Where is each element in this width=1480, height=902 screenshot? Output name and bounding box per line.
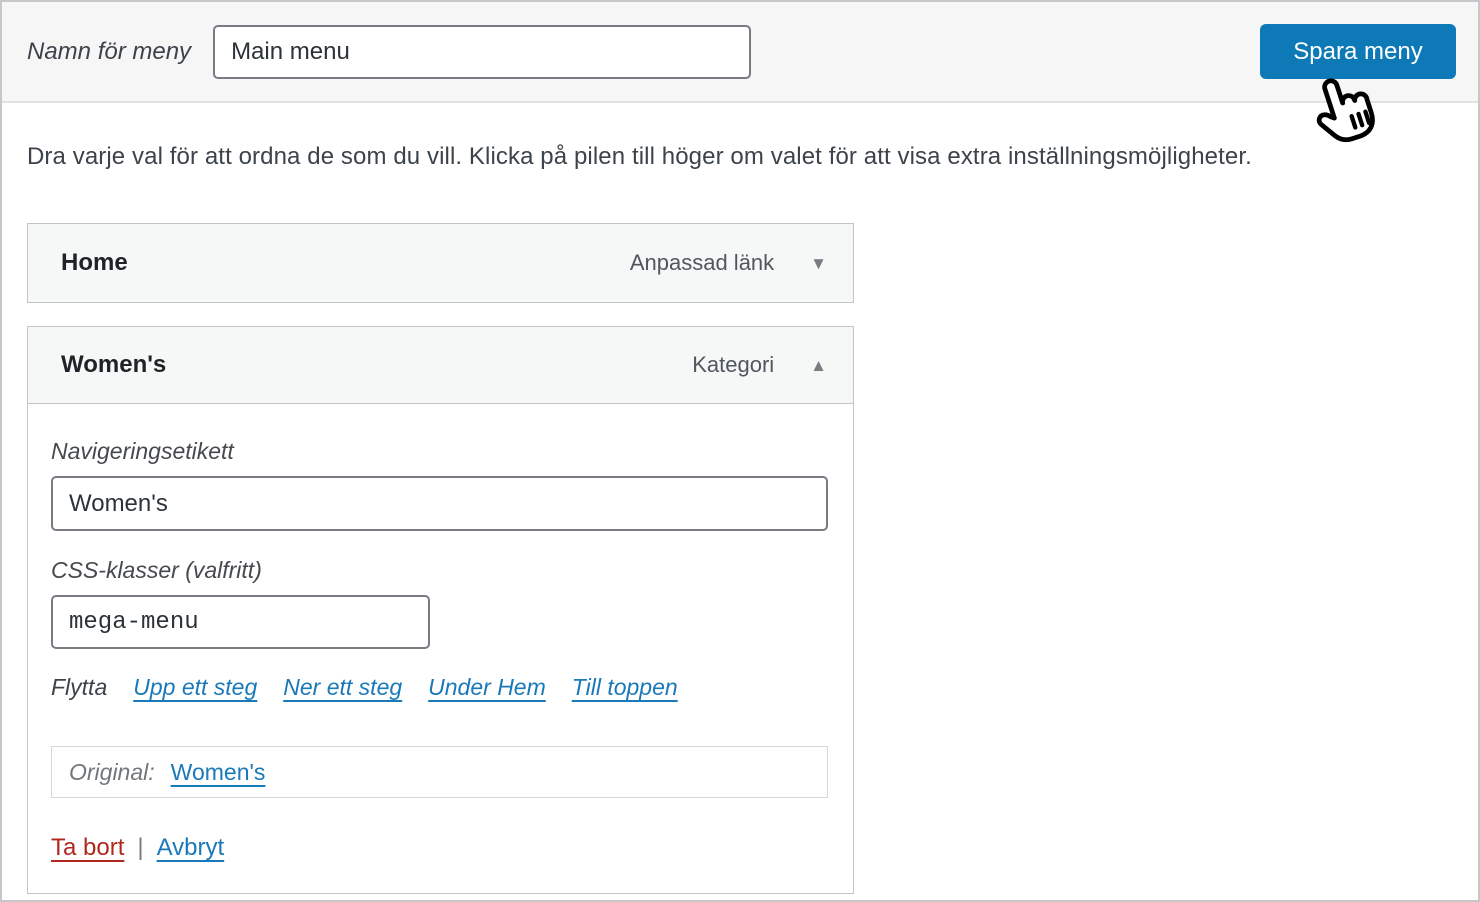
item-actions: Ta bort | Avbryt <box>51 834 826 862</box>
original-label: Original: <box>69 758 155 785</box>
remove-item-link[interactable]: Ta bort <box>51 834 124 862</box>
instructions-text: Dra varje val för att ordna de som du vi… <box>27 143 1252 170</box>
chevron-down-icon[interactable]: ▼ <box>810 255 827 272</box>
original-item-link[interactable]: Women's <box>171 759 266 786</box>
menu-item-home[interactable]: Home Anpassad länk ▼ <box>27 223 854 303</box>
menu-name-bar: Namn för meny Spara meny <box>2 2 1478 103</box>
save-menu-button[interactable]: Spara meny <box>1260 24 1456 79</box>
move-label: Flytta <box>51 674 108 700</box>
navigation-label-input[interactable] <box>51 476 828 531</box>
cancel-link[interactable]: Avbryt <box>157 834 225 862</box>
menu-name-label: Namn för meny <box>27 37 192 65</box>
menu-item-type: Kategori <box>692 352 775 377</box>
menu-item-label: Home <box>61 249 128 276</box>
move-under-home-link[interactable]: Under Hem <box>428 674 546 701</box>
move-to-top-link[interactable]: Till toppen <box>572 674 678 701</box>
move-controls: Flytta Upp ett steg Ner ett steg Under H… <box>51 674 826 701</box>
css-classes-label: CSS-klasser (valfritt) <box>51 557 262 583</box>
move-up-link[interactable]: Upp ett steg <box>133 674 257 701</box>
menu-structure-panel: Dra varje val för att ordna de som du vi… <box>2 143 1478 894</box>
menu-item-settings-panel: Navigeringsetikett CSS-klasser (valfritt… <box>27 404 854 894</box>
menu-name-input[interactable] <box>213 24 752 79</box>
menu-editor-page: Namn för meny Spara meny Dra varje val f… <box>0 0 1480 902</box>
css-classes-input[interactable] <box>51 595 430 649</box>
move-down-link[interactable]: Ner ett steg <box>283 674 402 701</box>
original-item-box: Original: Women's <box>51 746 828 798</box>
chevron-up-icon[interactable]: ▲ <box>810 357 827 374</box>
menu-item-label: Women's <box>61 351 167 378</box>
navigation-label-label: Navigeringsetikett <box>51 438 234 464</box>
menu-item-womens[interactable]: Women's Kategori ▲ <box>27 326 854 404</box>
menu-item-type: Anpassad länk <box>629 250 775 275</box>
actions-separator: | <box>137 834 144 861</box>
